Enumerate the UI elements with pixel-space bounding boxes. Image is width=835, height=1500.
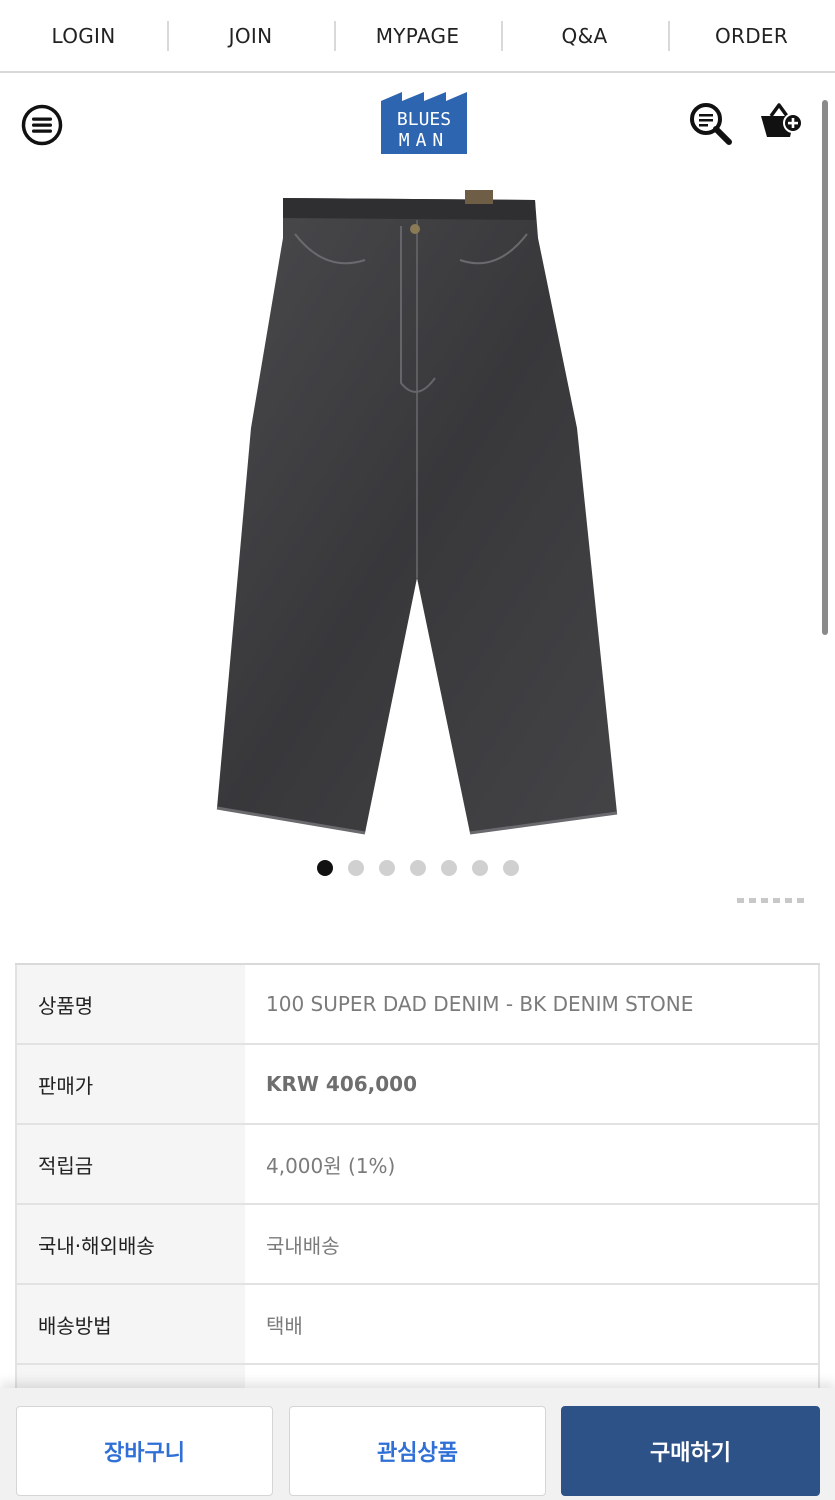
wishlist-button[interactable]: 관심상품: [289, 1406, 546, 1496]
logo-text-bottom: MAN: [399, 130, 450, 151]
product-name-value: 100 SUPER DAD DENIM - BK DENIM STONE: [245, 965, 820, 1043]
info-label: 판매가: [15, 1045, 245, 1123]
shipping-region-value: 국내배송: [245, 1205, 820, 1283]
info-label: 적립금: [15, 1125, 245, 1203]
points-value: 4,000원 (1%): [245, 1125, 820, 1203]
nav-qna[interactable]: Q&A: [501, 20, 668, 51]
gallery-dot-7[interactable]: [502, 860, 519, 876]
top-navigation: LOGIN JOIN MYPAGE Q&A ORDER: [0, 0, 835, 73]
gallery-dot-4[interactable]: [409, 860, 426, 876]
product-image-jeans[interactable]: [205, 178, 630, 843]
hamburger-menu-icon[interactable]: [20, 103, 64, 147]
buy-now-button[interactable]: 구매하기: [561, 1406, 820, 1496]
gallery-dot-5[interactable]: [440, 860, 457, 876]
info-row-points: 적립금 4,000원 (1%): [15, 1125, 820, 1205]
header: BLUES MAN: [0, 73, 835, 173]
shipping-method-value: 택배: [245, 1285, 820, 1363]
product-info-table: 상품명 100 SUPER DAD DENIM - BK DENIM STONE…: [15, 963, 820, 1445]
gallery-dot-2[interactable]: [347, 860, 364, 876]
gallery-dot-6[interactable]: [471, 860, 488, 876]
price-value: KRW 406,000: [245, 1045, 820, 1123]
nav-mypage[interactable]: MYPAGE: [334, 20, 501, 51]
page-scrollbar[interactable]: [822, 100, 828, 635]
add-to-cart-button[interactable]: 장바구니: [16, 1406, 273, 1496]
info-label: 배송방법: [15, 1285, 245, 1363]
nav-order[interactable]: ORDER: [668, 20, 835, 51]
search-icon[interactable]: [686, 99, 734, 147]
cart-add-icon[interactable]: [757, 99, 805, 147]
info-label: 국내·해외배송: [15, 1205, 245, 1283]
info-row-product-name: 상품명 100 SUPER DAD DENIM - BK DENIM STONE: [15, 965, 820, 1045]
info-row-shipping-method: 배송방법 택배: [15, 1285, 820, 1365]
nav-join[interactable]: JOIN: [167, 20, 334, 51]
info-row-price: 판매가 KRW 406,000: [15, 1045, 820, 1125]
nav-login[interactable]: LOGIN: [0, 21, 167, 51]
gallery-pagination: [0, 860, 835, 876]
gallery-dot-3[interactable]: [378, 860, 395, 876]
bottom-action-bar: 장바구니 관심상품 구매하기: [0, 1388, 835, 1500]
logo-text-top: BLUES: [397, 109, 451, 130]
gallery-dot-1[interactable]: [316, 860, 333, 876]
more-dotted-handle[interactable]: [737, 898, 805, 903]
info-row-shipping-region: 국내·해외배송 국내배송: [15, 1205, 820, 1285]
info-label: 상품명: [15, 965, 245, 1043]
bluesman-logo[interactable]: BLUES MAN: [380, 91, 468, 155]
